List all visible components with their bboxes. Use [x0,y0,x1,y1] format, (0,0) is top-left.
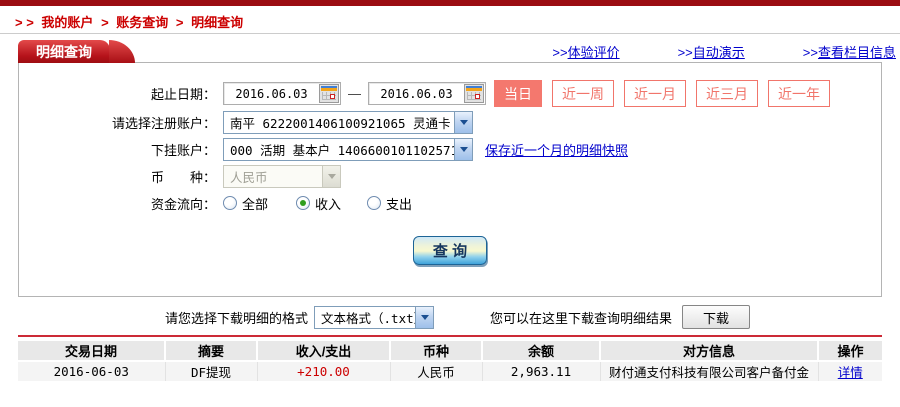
cell-amount: +210.00 [257,361,390,381]
link-experience-rating[interactable]: >>体验评价 [552,42,619,61]
detail-link[interactable]: 详情 [838,366,863,380]
link-prefix: >> [678,45,693,60]
breadcrumb-item-detail-query[interactable]: 明细查询 [191,15,243,30]
cell-currency: 人民币 [390,361,482,381]
sub-account-row: 下挂账户： 000 活期 基本户 1406600101102571848 保存近… [19,137,881,161]
cell-trade-date: 2016-06-03 [18,361,165,381]
save-snapshot-link[interactable]: 保存近一个月的明细快照 [485,140,628,159]
date-from-value: 2016.06.03 [224,87,319,101]
link-auto-demo[interactable]: >>自动演示 [678,42,745,61]
link-view-column-info[interactable]: >>查看栏目信息 [803,42,896,61]
quick-button-today[interactable]: 当日 [494,80,542,107]
radio-expense-label[interactable]: 支出 [386,194,412,213]
cell-balance: 2,963.11 [482,361,600,381]
sub-account-select[interactable]: 000 活期 基本户 1406600101102571848 [223,138,473,161]
quick-button-quarter[interactable]: 近三月 [696,80,758,107]
chevron-down-icon[interactable] [454,139,472,160]
link-label: 自动演示 [693,45,745,60]
date-from-input[interactable]: 2016.06.03 [223,82,341,105]
query-form-panel: 起止日期： 2016.06.03 — 2016.06.03 当日 近一周 近一月 [18,62,882,297]
breadcrumb-separator: > [176,15,184,30]
link-label: 查看栏目信息 [818,45,896,60]
date-to-input[interactable]: 2016.06.03 [368,82,486,105]
date-range-label: 起止日期： [19,84,216,103]
date-range-dash: — [348,86,361,101]
download-button[interactable]: 下载 [682,305,750,329]
link-prefix: >> [552,45,567,60]
register-account-select[interactable]: 南平 6222001406100921065 灵通卡 [223,111,473,134]
radio-income-label[interactable]: 收入 [315,194,341,213]
header-counterparty: 对方信息 [600,341,818,361]
breadcrumb-item-account-query[interactable]: 账务查询 [116,15,168,30]
flow-direction-label: 资金流向： [19,194,216,213]
register-account-row: 请选择注册账户： 南平 6222001406100921065 灵通卡 [19,110,881,134]
currency-value: 人民币 [224,167,322,186]
breadcrumb-separator: > [101,15,109,30]
calendar-icon[interactable] [464,84,484,103]
breadcrumb: > > 我的账户 > 账务查询 > 明细查询 [15,12,247,31]
page: > > 我的账户 > 账务查询 > 明细查询 明细查询 >>体验评价 >>自动演… [0,0,900,407]
quick-range-buttons: 当日 近一周 近一月 近三月 近一年 [494,80,830,107]
quick-button-month[interactable]: 近一月 [624,80,686,107]
header-summary: 摘要 [165,341,257,361]
chevron-down-icon[interactable] [454,112,472,133]
quick-button-week[interactable]: 近一周 [552,80,614,107]
flow-radio-group: 全部 收入 支出 [223,194,412,213]
radio-all-label[interactable]: 全部 [242,194,268,213]
tab-detail-query[interactable]: 明细查询 [18,40,110,63]
cell-action: 详情 [818,361,882,381]
top-links: >>体验评价 >>自动演示 >>查看栏目信息 [552,42,896,61]
cell-counterparty: 财付通支付科技有限公司客户备付金 [600,361,818,381]
breadcrumb-arrows: > > [15,15,34,30]
flow-direction-row: 资金流向： 全部 收入 支出 [19,191,881,215]
link-prefix: >> [803,45,818,60]
header-balance: 余额 [482,341,600,361]
header-currency: 币种 [390,341,482,361]
breadcrumb-divider [0,33,900,34]
register-account-value: 南平 6222001406100921065 灵通卡 [224,113,454,132]
register-account-label: 请选择注册账户： [19,113,216,132]
download-row: 请您选择下载明细的格式 文本格式（.txt） 您可以在这里下载查询明细结果 下载 [0,303,900,331]
sub-account-label: 下挂账户： [19,140,216,159]
cell-summary: DF提现 [165,361,257,381]
radio-expense[interactable] [367,196,381,210]
link-label: 体验评价 [568,45,620,60]
result-table: 交易日期 摘要 收入/支出 币种 余额 对方信息 操作 2016-06-03 D… [18,341,882,381]
download-format-select[interactable]: 文本格式（.txt） [314,306,434,329]
table-top-divider [18,335,882,337]
query-button[interactable]: 查 询 [413,236,487,265]
top-red-bar [0,0,900,6]
currency-row: 币 种： 人民币 [19,164,881,188]
download-format-label: 请您选择下载明细的格式 [165,308,308,327]
chevron-down-icon [322,166,340,187]
download-hint: 您可以在这里下载查询明细结果 [490,308,672,327]
currency-select: 人民币 [223,165,341,188]
table-header-row: 交易日期 摘要 收入/支出 币种 余额 对方信息 操作 [18,341,882,361]
radio-all[interactable] [223,196,237,210]
date-to-value: 2016.06.03 [369,87,464,101]
header-income-expense: 收入/支出 [257,341,390,361]
radio-income[interactable] [296,196,310,210]
query-form: 起止日期： 2016.06.03 — 2016.06.03 当日 近一周 近一月 [19,63,881,265]
currency-label: 币 种： [19,167,216,186]
table-row: 2016-06-03 DF提现 +210.00 人民币 2,963.11 财付通… [18,361,882,381]
download-format-value: 文本格式（.txt） [315,308,415,327]
date-range-row: 起止日期： 2016.06.03 — 2016.06.03 当日 近一周 近一月 [19,80,881,107]
query-button-row: 查 询 [19,236,881,265]
breadcrumb-item-my-account[interactable]: 我的账户 [41,15,93,30]
chevron-down-icon[interactable] [415,307,433,328]
tab-title: 明细查询 [36,42,92,62]
sub-account-value: 000 活期 基本户 1406600101102571848 [224,140,454,159]
header-action: 操作 [818,341,882,361]
header-trade-date: 交易日期 [18,341,165,361]
quick-button-year[interactable]: 近一年 [768,80,830,107]
calendar-icon[interactable] [319,84,339,103]
